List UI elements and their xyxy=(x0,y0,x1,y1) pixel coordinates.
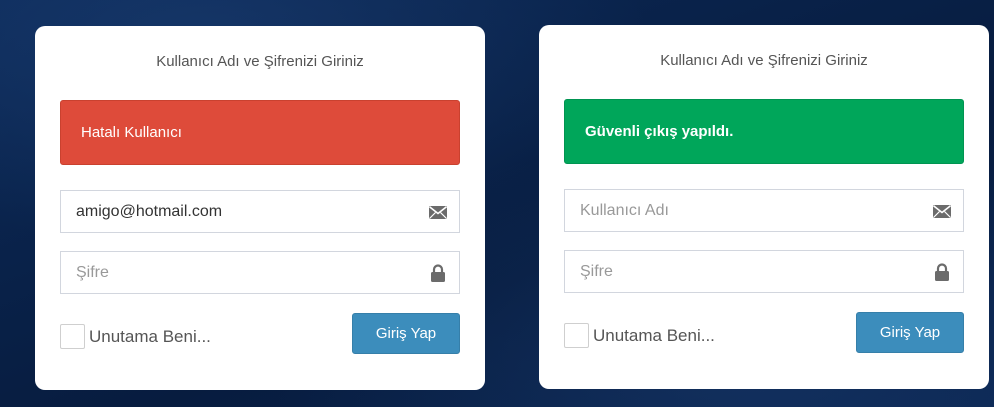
envelope-icon xyxy=(428,202,448,222)
username-field xyxy=(564,189,964,232)
error-alert-text: Hatalı Kullanıcı xyxy=(81,124,182,141)
success-alert-text: Güvenli çıkış yapıldı. xyxy=(585,123,734,140)
login-title: Kullanıcı Adı ve Şifrenizi Giriniz xyxy=(660,52,868,69)
login-title: Kullanıcı Adı ve Şifrenizi Giriniz xyxy=(156,53,364,70)
password-input[interactable] xyxy=(565,251,920,292)
success-alert: Güvenli çıkış yapıldı. xyxy=(564,99,964,164)
lock-icon xyxy=(428,263,448,283)
remember-checkbox[interactable] xyxy=(60,324,85,349)
login-button[interactable]: Giriş Yap xyxy=(856,312,964,353)
lock-icon xyxy=(932,262,952,282)
login-card-error: Kullanıcı Adı ve Şifrenizi Giriniz Hatal… xyxy=(35,26,485,390)
login-button[interactable]: Giriş Yap xyxy=(352,313,460,354)
login-card-logout: Kullanıcı Adı ve Şifrenizi Giriniz Güven… xyxy=(539,25,989,389)
remember-me: Unutama Beni... xyxy=(60,322,211,351)
error-alert: Hatalı Kullanıcı xyxy=(60,100,460,165)
remember-me: Unutama Beni... xyxy=(564,321,715,350)
username-input[interactable] xyxy=(565,190,920,231)
remember-label[interactable]: Unutama Beni... xyxy=(89,327,211,347)
remember-checkbox[interactable] xyxy=(564,323,589,348)
password-field xyxy=(564,250,964,293)
password-input[interactable] xyxy=(61,252,416,293)
username-field xyxy=(60,190,460,233)
envelope-icon xyxy=(932,201,952,221)
remember-label[interactable]: Unutama Beni... xyxy=(593,326,715,346)
password-field xyxy=(60,251,460,294)
username-input[interactable] xyxy=(61,191,416,232)
